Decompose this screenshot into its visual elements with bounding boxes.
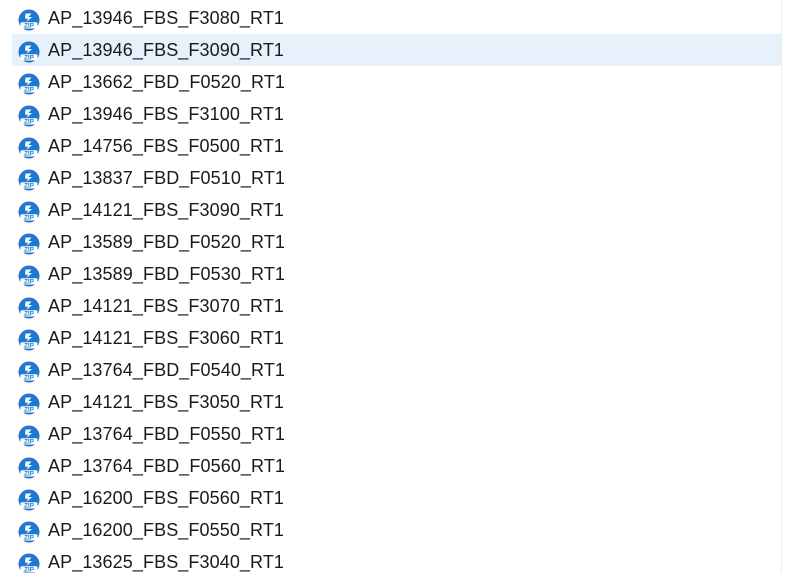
svg-text:ZIP: ZIP: [24, 471, 35, 478]
svg-text:ZIP: ZIP: [24, 87, 35, 94]
file-name-label: AP_13662_FBD_F0520_RT1: [48, 72, 286, 92]
svg-text:ZIP: ZIP: [24, 503, 35, 510]
svg-text:ZIP: ZIP: [24, 55, 35, 62]
file-list-item[interactable]: ZIP AP_13837_FBD_F0510_RT1: [12, 162, 781, 194]
svg-text:ZIP: ZIP: [24, 439, 35, 446]
file-name-label: AP_13946_FBS_F3090_RT1: [48, 40, 285, 60]
file-list: ZIP AP_13946_FBS_F3080_RT1 ZIP AP_13946_…: [0, 0, 781, 573]
svg-text:ZIP: ZIP: [24, 343, 35, 350]
svg-text:ZIP: ZIP: [24, 375, 35, 382]
zip-archive-icon: ZIP: [18, 233, 40, 255]
file-name-label: AP_13946_FBS_F3100_RT1: [48, 104, 285, 124]
file-name-label: AP_13837_FBD_F0510_RT1: [48, 168, 286, 188]
file-name-label: AP_13946_FBS_F3080_RT1: [48, 8, 285, 28]
vertical-scrollbar[interactable]: [781, 0, 789, 573]
file-list-item[interactable]: ZIP AP_13946_FBS_F3090_RT1: [12, 34, 781, 66]
zip-archive-icon: ZIP: [18, 393, 40, 415]
svg-text:ZIP: ZIP: [24, 311, 35, 318]
svg-text:ZIP: ZIP: [24, 23, 35, 30]
zip-archive-icon: ZIP: [18, 297, 40, 319]
file-list-item[interactable]: ZIP AP_14121_FBS_F3090_RT1: [12, 194, 781, 226]
file-name-label: AP_13589_FBD_F0520_RT1: [48, 232, 286, 252]
svg-text:ZIP: ZIP: [24, 151, 35, 158]
zip-archive-icon: ZIP: [18, 361, 40, 383]
file-list-item[interactable]: ZIP AP_13662_FBD_F0520_RT1: [12, 66, 781, 98]
file-name-label: AP_14121_FBS_F3090_RT1: [48, 200, 285, 220]
file-list-item[interactable]: ZIP AP_13946_FBS_F3100_RT1: [12, 98, 781, 130]
svg-text:ZIP: ZIP: [24, 279, 35, 286]
file-list-item[interactable]: ZIP AP_14121_FBS_F3060_RT1: [12, 322, 781, 354]
zip-archive-icon: ZIP: [18, 137, 40, 159]
zip-archive-icon: ZIP: [18, 489, 40, 511]
file-name-label: AP_13764_FBD_F0550_RT1: [48, 424, 286, 444]
zip-archive-icon: ZIP: [18, 265, 40, 287]
svg-text:ZIP: ZIP: [24, 215, 35, 222]
svg-text:ZIP: ZIP: [24, 407, 35, 414]
zip-archive-icon: ZIP: [18, 169, 40, 191]
file-list-item[interactable]: ZIP AP_13589_FBD_F0530_RT1: [12, 258, 781, 290]
file-name-label: AP_13764_FBD_F0540_RT1: [48, 360, 286, 380]
file-list-item[interactable]: ZIP AP_13764_FBD_F0560_RT1: [12, 450, 781, 482]
file-name-label: AP_13625_FBS_F3040_RT1: [48, 552, 285, 572]
file-name-label: AP_16200_FBS_F0550_RT1: [48, 520, 285, 540]
file-name-label: AP_14121_FBS_F3050_RT1: [48, 392, 285, 412]
zip-archive-icon: ZIP: [18, 425, 40, 447]
zip-archive-icon: ZIP: [18, 521, 40, 543]
zip-archive-icon: ZIP: [18, 553, 40, 573]
zip-archive-icon: ZIP: [18, 105, 40, 127]
file-list-item[interactable]: ZIP AP_14756_FBS_F0500_RT1: [12, 130, 781, 162]
zip-archive-icon: ZIP: [18, 41, 40, 63]
zip-archive-icon: ZIP: [18, 329, 40, 351]
file-list-item[interactable]: ZIP AP_13764_FBD_F0540_RT1: [12, 354, 781, 386]
file-list-item[interactable]: ZIP AP_13764_FBD_F0550_RT1: [12, 418, 781, 450]
svg-text:ZIP: ZIP: [24, 183, 35, 190]
file-list-item[interactable]: ZIP AP_14121_FBS_F3050_RT1: [12, 386, 781, 418]
file-list-item[interactable]: ZIP AP_16200_FBS_F0550_RT1: [12, 514, 781, 546]
file-name-label: AP_13589_FBD_F0530_RT1: [48, 264, 286, 284]
file-name-label: AP_14121_FBS_F3060_RT1: [48, 328, 285, 348]
file-list-item[interactable]: ZIP AP_16200_FBS_F0560_RT1: [12, 482, 781, 514]
svg-text:ZIP: ZIP: [24, 567, 35, 573]
file-list-item[interactable]: ZIP AP_13625_FBS_F3040_RT1: [12, 546, 781, 573]
file-name-label: AP_13764_FBD_F0560_RT1: [48, 456, 286, 476]
file-list-item[interactable]: ZIP AP_14121_FBS_F3070_RT1: [12, 290, 781, 322]
file-name-label: AP_14756_FBS_F0500_RT1: [48, 136, 285, 156]
zip-archive-icon: ZIP: [18, 73, 40, 95]
svg-text:ZIP: ZIP: [24, 119, 35, 126]
file-name-label: AP_16200_FBS_F0560_RT1: [48, 488, 285, 508]
file-name-label: AP_14121_FBS_F3070_RT1: [48, 296, 285, 316]
zip-archive-icon: ZIP: [18, 201, 40, 223]
zip-archive-icon: ZIP: [18, 457, 40, 479]
file-list-item[interactable]: ZIP AP_13589_FBD_F0520_RT1: [12, 226, 781, 258]
file-list-item[interactable]: ZIP AP_13946_FBS_F3080_RT1: [12, 2, 781, 34]
zip-archive-icon: ZIP: [18, 9, 40, 31]
svg-text:ZIP: ZIP: [24, 247, 35, 254]
svg-text:ZIP: ZIP: [24, 535, 35, 542]
